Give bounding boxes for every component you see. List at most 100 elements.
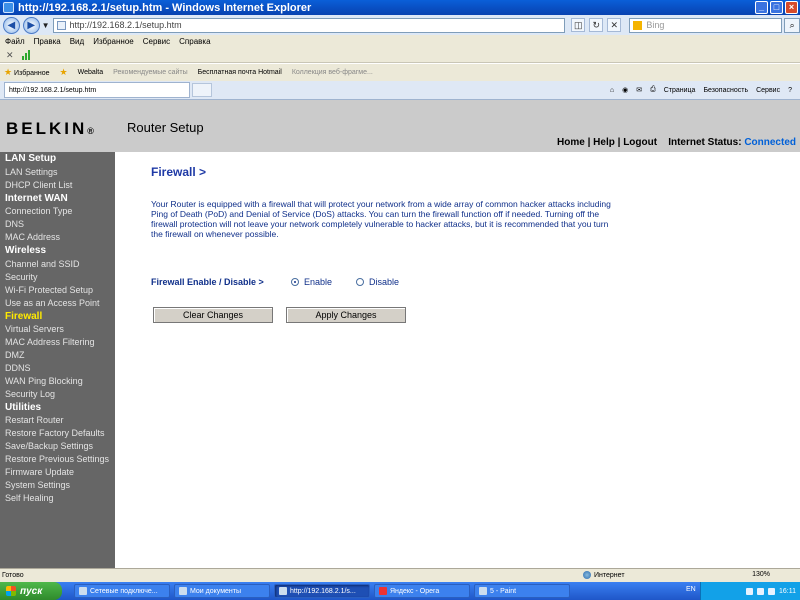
sidebar-restore-previous-settings[interactable]: Restore Previous Settings xyxy=(5,454,109,464)
sidebar-restart-router[interactable]: Restart Router xyxy=(5,415,64,425)
sidebar-self-healing[interactable]: Self Healing xyxy=(5,493,54,503)
mail-icon[interactable]: ✉ xyxy=(636,86,642,94)
sidebar-restore-factory-defaults[interactable]: Restore Factory Defaults xyxy=(5,428,105,438)
tools-menu[interactable]: Сервис xyxy=(756,87,780,94)
sidebar-security[interactable]: Security xyxy=(5,272,38,282)
stop-icon[interactable]: ✕ xyxy=(607,18,622,32)
sidebar-use-as-an-access-point[interactable]: Use as an Access Point xyxy=(5,298,100,308)
maximize-button[interactable]: □ xyxy=(770,1,783,14)
print-icon[interactable]: ⎙ xyxy=(650,86,656,94)
search-input[interactable]: Bing xyxy=(629,17,783,33)
disable-radio[interactable]: Disable xyxy=(356,277,399,287)
address-row: ◀ ▶ ▼ http://192.168.2.1/setup.htm ◫ ↻ ✕… xyxy=(0,15,800,35)
home-icon[interactable]: ⌂ xyxy=(610,87,614,94)
disable-radio-circle[interactable] xyxy=(356,278,364,286)
menu-bar: Файл Правка Вид Избранное Сервис Справка xyxy=(0,35,800,48)
sidebar-internet-wan: Internet WAN xyxy=(5,192,68,204)
sidebar-ddns[interactable]: DDNS xyxy=(5,363,31,373)
task-paint[interactable]: 5 - Paint xyxy=(474,584,570,598)
task-label: Сетевые подключе... xyxy=(90,587,158,595)
fav-web-slice-gallery[interactable]: Коллекция веб-фрагме... xyxy=(292,69,373,76)
task-opera[interactable]: Яндекс - Opera xyxy=(374,584,470,598)
address-url: http://192.168.2.1/setup.htm xyxy=(69,20,182,30)
feeds-icon[interactable]: ◉ xyxy=(622,86,628,94)
minimize-button[interactable]: _ xyxy=(755,1,768,14)
tray-icon[interactable] xyxy=(746,587,753,595)
compatibility-icon[interactable]: ◫ xyxy=(571,18,586,32)
task-ie[interactable]: http://192.168.2.1/s... xyxy=(274,584,370,598)
tray-icon[interactable] xyxy=(768,587,775,595)
sidebar-mac-address-filtering[interactable]: MAC Address Filtering xyxy=(5,337,95,347)
sidebar-dhcp-client-list[interactable]: DHCP Client List xyxy=(5,180,72,190)
sidebar-connection-type[interactable]: Connection Type xyxy=(5,206,72,216)
task-network-connections[interactable]: Сетевые подключе... xyxy=(74,584,170,598)
new-tab-button[interactable] xyxy=(192,83,212,97)
task-my-documents[interactable]: Мои документы xyxy=(174,584,270,598)
sidebar-system-settings[interactable]: System Settings xyxy=(5,480,70,490)
sidebar-nav: LAN Setup LAN Settings DHCP Client List Int… xyxy=(0,152,115,568)
zoom-level[interactable]: 130% xyxy=(752,571,770,578)
main-content: Firewall > Your Router is equipped with … xyxy=(115,152,800,568)
favorites-button[interactable]: ★ Избранное xyxy=(4,67,50,78)
home-help-logout-links[interactable]: Home | Help | Logout xyxy=(557,137,657,148)
firewall-toggle-label: Firewall Enable / Disable > xyxy=(151,277,264,287)
taskbar: пуск Сетевые подключе... Мои документы h… xyxy=(0,582,800,600)
address-bar[interactable]: http://192.168.2.1/setup.htm xyxy=(52,17,566,33)
sidebar-wi-fi-protected-setup[interactable]: Wi-Fi Protected Setup xyxy=(5,285,93,295)
fav-hotmail[interactable]: Бесплатная почта Hotmail xyxy=(198,69,282,76)
history-dropdown-icon[interactable]: ▼ xyxy=(42,21,50,30)
page-icon xyxy=(56,20,66,30)
sidebar-firewall[interactable]: Firewall xyxy=(5,311,42,322)
disable-label: Disable xyxy=(369,277,400,287)
sidebar-mac-address[interactable]: MAC Address xyxy=(5,232,60,242)
menu-edit[interactable]: Правка xyxy=(34,37,61,46)
ie-window: http://192.168.2.1/setup.htm - Windows I… xyxy=(0,0,800,600)
router-setup-title: Router Setup xyxy=(127,120,204,135)
search-button[interactable]: ⌕ xyxy=(784,17,800,33)
menu-help[interactable]: Справка xyxy=(179,37,210,46)
close-button[interactable]: × xyxy=(785,1,798,14)
clear-changes-button[interactable]: Clear Changes xyxy=(153,307,273,323)
menu-favorites[interactable]: Избранное xyxy=(93,37,134,46)
task-label: 5 - Paint xyxy=(490,587,517,595)
tab-label: http://192.168.2.1/setup.htm xyxy=(9,86,97,94)
page-menu[interactable]: Страница xyxy=(664,87,696,94)
window-title: http://192.168.2.1/setup.htm - Windows I… xyxy=(18,1,312,14)
tray-icon[interactable] xyxy=(757,587,764,595)
bing-icon xyxy=(633,20,643,30)
menu-view[interactable]: Вид xyxy=(70,37,84,46)
sidebar-wan-ping-blocking[interactable]: WAN Ping Blocking xyxy=(5,376,83,386)
sidebar-security-log[interactable]: Security Log xyxy=(5,389,55,399)
close-toolbar-icon[interactable]: ✕ xyxy=(6,50,14,61)
enable-radio[interactable]: Enable xyxy=(291,277,332,287)
fav-webalta[interactable]: Webalta xyxy=(78,69,104,76)
menu-file[interactable]: Файл xyxy=(5,37,25,46)
refresh-icon[interactable]: ↻ xyxy=(589,18,604,32)
menu-tools[interactable]: Сервис xyxy=(143,37,170,46)
enable-radio-circle[interactable] xyxy=(291,278,299,286)
sidebar-virtual-servers[interactable]: Virtual Servers xyxy=(5,324,64,334)
back-button[interactable]: ◀ xyxy=(3,16,20,34)
zone-label: Интернет xyxy=(594,571,625,579)
internet-status-label: Internet Status: xyxy=(668,137,742,148)
tab-setup[interactable]: http://192.168.2.1/setup.htm xyxy=(4,82,190,98)
globe-icon xyxy=(583,571,591,579)
apply-changes-button[interactable]: Apply Changes xyxy=(286,307,406,323)
safety-menu[interactable]: Безопасность xyxy=(703,87,748,94)
sidebar-dns[interactable]: DNS xyxy=(5,219,24,229)
forward-button[interactable]: ▶ xyxy=(22,16,40,34)
sidebar-dmz[interactable]: DMZ xyxy=(5,350,25,360)
sidebar-lan-settings[interactable]: LAN Settings xyxy=(5,167,58,177)
start-button[interactable]: пуск xyxy=(0,582,62,600)
language-indicator[interactable]: EN xyxy=(686,586,696,593)
router-header: BELKIN® Router Setup Home | Help | Logou… xyxy=(0,100,800,152)
sidebar-firmware-update[interactable]: Firmware Update xyxy=(5,467,74,477)
status-text: Готово xyxy=(2,572,24,579)
sidebar-channel-and-ssid[interactable]: Channel and SSID xyxy=(5,259,80,269)
sidebar-save-backup-settings[interactable]: Save/Backup Settings xyxy=(5,441,93,451)
clock: 16:11 xyxy=(779,587,796,595)
help-icon[interactable]: ? xyxy=(788,87,792,94)
add-favorite-icon[interactable]: ★ xyxy=(60,67,68,78)
fav-suggested-sites[interactable]: Рекомендуемые сайты xyxy=(113,69,187,76)
command-bar: ⌂ ◉ ✉ ⎙ Страница Безопасность Сервис ? xyxy=(610,86,800,94)
